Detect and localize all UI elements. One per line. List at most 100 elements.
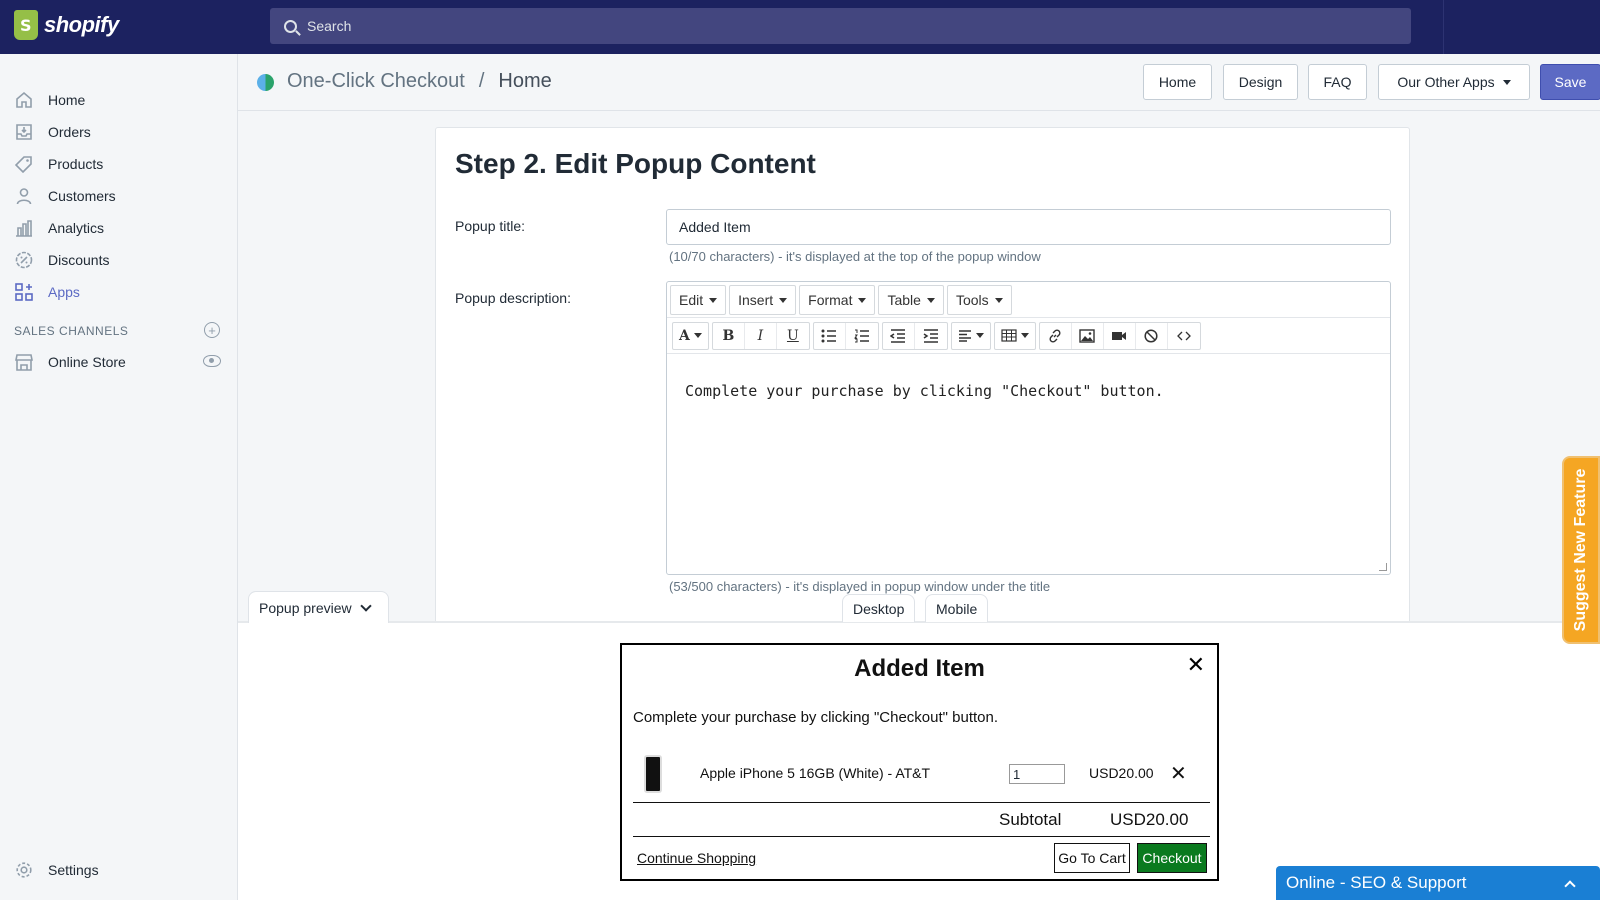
popup-preview: Added Item ✕ Complete your purchase by c… [620,643,1219,881]
sidebar-item-customers[interactable]: Customers [0,182,238,210]
code-icon[interactable] [1168,323,1200,349]
sidebar-item-home[interactable]: Home [0,86,238,114]
popup-preview-label: Popup preview [259,599,352,616]
gear-icon [14,860,34,880]
go-to-cart-button[interactable]: Go To Cart [1054,843,1130,873]
continue-shopping-link[interactable]: Continue Shopping [637,850,756,866]
numbered-list-icon[interactable] [846,323,878,349]
menu-tools[interactable]: Tools [946,285,1012,315]
subtotal-value: USD20.00 [1110,810,1189,829]
home-button[interactable]: Home [1143,64,1212,100]
save-button[interactable]: Save [1540,64,1600,100]
edit-popup-card: Step 2. Edit Popup Content Popup title: … [435,127,1410,637]
menu-format-label: Format [808,292,853,308]
sales-channels-title: SALES CHANNELS [14,324,129,338]
tag-icon [14,154,34,174]
caret-down-icon [709,297,718,303]
sidebar-item-apps[interactable]: Apps [0,278,238,306]
menu-format[interactable]: Format [799,285,876,315]
suggest-feature-tab[interactable]: Suggest New Feature [1562,456,1600,644]
menu-insert-label: Insert [738,292,774,308]
tab-desktop[interactable]: Desktop [842,594,916,622]
brand-text: shopify [44,12,119,37]
quantity-input[interactable]: 1 [1009,764,1065,784]
caret-down-icon [1020,333,1029,338]
sidebar-item-label: Apps [48,284,80,300]
sidebar-item-products[interactable]: Products [0,150,238,178]
sidebar-item-discounts[interactable]: Discounts [0,246,238,274]
other-apps-dropdown[interactable]: Our Other Apps [1378,64,1530,100]
popup-title-help: (10/70 characters) - it's displayed at t… [669,249,1041,264]
outdent-icon[interactable] [883,322,915,349]
resize-handle-icon[interactable] [1379,563,1387,571]
person-icon [14,186,34,206]
breadcrumb-app[interactable]: One-Click Checkout [287,70,465,93]
indent-icon[interactable] [915,323,947,349]
topbar-divider [1443,0,1444,54]
editor-menubar: Edit Insert Format Table Tools [667,282,1390,318]
caret-down-icon [858,297,867,303]
popup-description-help: (53/500 characters) - it's displayed in … [669,579,1051,594]
menu-edit-label: Edit [679,292,704,308]
divider [633,802,1210,803]
popup-description: Complete your purchase by clicking "Chec… [633,709,999,726]
apps-icon [14,282,34,302]
suggest-feature-label: Suggest New Feature [1572,468,1589,632]
search-placeholder: Search [307,18,352,34]
caret-down-icon [994,297,1003,303]
remove-item-icon[interactable]: ✕ [1170,761,1187,785]
bold-icon[interactable]: B [713,322,745,349]
subtotal-label: Subtotal [999,810,1062,829]
chevron-up-icon [1564,880,1576,892]
close-icon[interactable]: ✕ [1187,653,1205,678]
sidebar-item-label: Customers [48,188,116,204]
support-chat-bar[interactable]: Online - SEO & Support [1276,866,1600,900]
sidebar-item-settings[interactable]: Settings [0,856,238,884]
sidebar-item-analytics[interactable]: Analytics [0,214,238,242]
clear-format-icon[interactable] [1136,322,1168,349]
video-icon[interactable] [1104,322,1136,349]
product-name: Apple iPhone 5 16GB (White) - AT&T [700,765,931,781]
breadcrumb-current: Home [498,70,552,92]
sidebar-item-label: Home [48,92,86,108]
product-image [644,755,662,793]
italic-icon[interactable]: I [745,322,777,349]
sidebar-item-orders[interactable]: Orders [0,118,238,146]
caret-down-icon [1502,79,1511,85]
search-input[interactable]: Search [270,8,1411,44]
page-title: Step 2. Edit Popup Content [455,148,816,179]
checkout-button[interactable]: Checkout [1137,843,1207,873]
add-sales-channel-icon[interactable]: + [204,322,220,338]
faq-button[interactable]: FAQ [1308,64,1367,100]
bar-chart-icon [14,218,34,238]
font-color-icon[interactable]: A [673,323,708,349]
breadcrumb: One-Click Checkout / Home [287,70,552,93]
sidebar-item-label: Products [48,156,104,172]
shopify-logo[interactable]: shopify [14,10,119,40]
table-icon[interactable] [995,323,1035,349]
design-button[interactable]: Design [1223,64,1298,100]
caret-down-icon [926,297,935,303]
caret-down-icon [779,297,788,303]
menu-insert[interactable]: Insert [729,285,797,315]
align-icon[interactable] [952,323,990,349]
menu-table[interactable]: Table [878,285,944,315]
rich-text-editor[interactable]: Edit Insert Format Table Tools A B I U C… [666,281,1391,575]
bullet-list-icon[interactable] [814,322,846,349]
popup-title-input[interactable]: Added Item [666,209,1391,245]
menu-edit[interactable]: Edit [670,285,727,315]
sidebar-item-label: Settings [48,862,99,878]
tab-mobile[interactable]: Mobile [925,594,989,622]
editor-toolbar: A B I U [667,318,1390,354]
popup-preview-toggle[interactable]: Popup preview [248,591,389,623]
search-icon [284,19,297,33]
underline-icon[interactable]: U [777,323,809,349]
eye-icon[interactable] [203,355,221,367]
link-icon[interactable] [1040,322,1072,349]
support-label: Online - SEO & Support [1286,873,1467,892]
app-logo-icon [257,74,274,91]
other-apps-label: Our Other Apps [1397,74,1495,90]
image-icon[interactable] [1072,322,1104,349]
app-header: One-Click Checkout / Home Home Design FA… [238,54,1600,111]
editor-content[interactable]: Complete your purchase by clicking "Chec… [685,382,1164,400]
